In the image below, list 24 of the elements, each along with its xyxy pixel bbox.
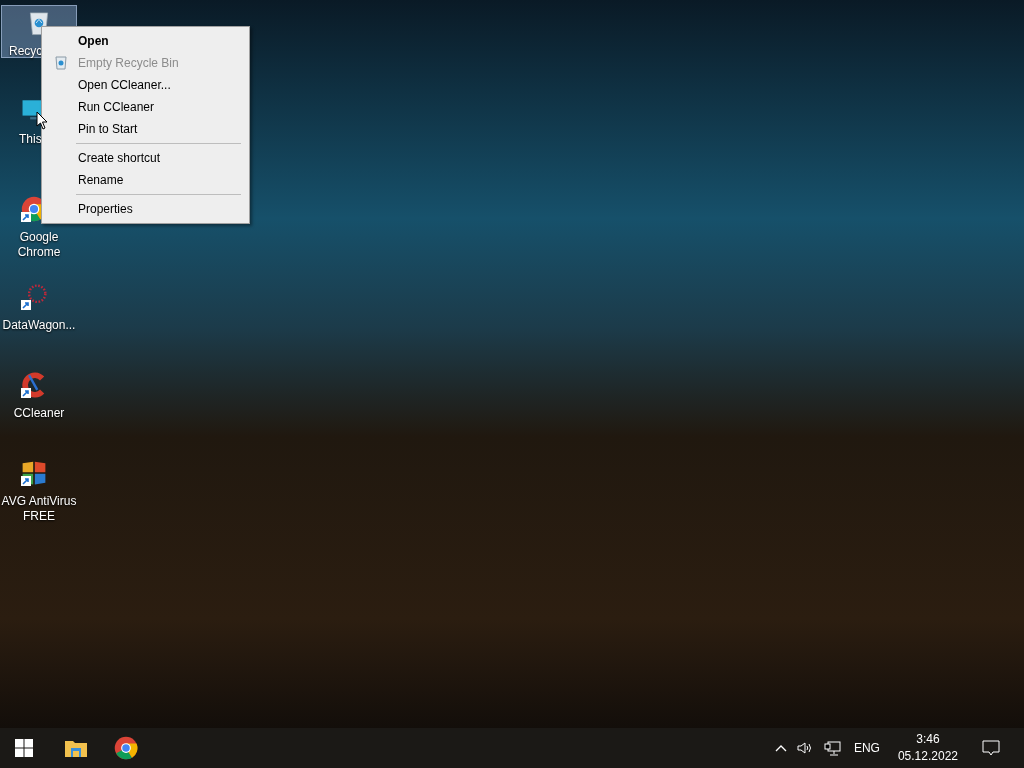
ccleaner-icon [21,372,47,398]
windows-logo-icon [15,739,33,757]
mouse-pointer-icon [36,111,48,130]
app-icon [21,284,47,310]
menu-item[interactable]: Rename [42,169,249,191]
menu-item[interactable]: Properties [42,198,249,220]
chrome-icon [114,736,138,760]
clock[interactable]: 3:46 05.12.2022 [887,728,968,768]
folder-icon [65,739,87,757]
icon-label: CCleaner [12,406,66,421]
icon-label: Recyc [9,44,43,59]
language-indicator[interactable]: ENG [845,728,888,768]
icon-label: This [19,132,42,147]
menu-item[interactable]: Open CCleaner... [42,74,249,96]
icon-label: Google Chrome [16,230,62,260]
menu-item[interactable]: Run CCleaner [42,96,249,118]
icon-label: DataWagon... [1,318,77,333]
desktop-icon[interactable]: DataWagon... [1,279,77,355]
menu-item[interactable]: Create shortcut [42,147,249,169]
avg-icon [21,460,47,486]
recycle-bin-icon [55,56,67,70]
desktop-icon[interactable]: AVG AntiVirus FREE [1,455,77,531]
icon-label: AVG AntiVirus FREE [0,494,78,524]
desktop-icon[interactable]: CCleaner [1,367,77,443]
